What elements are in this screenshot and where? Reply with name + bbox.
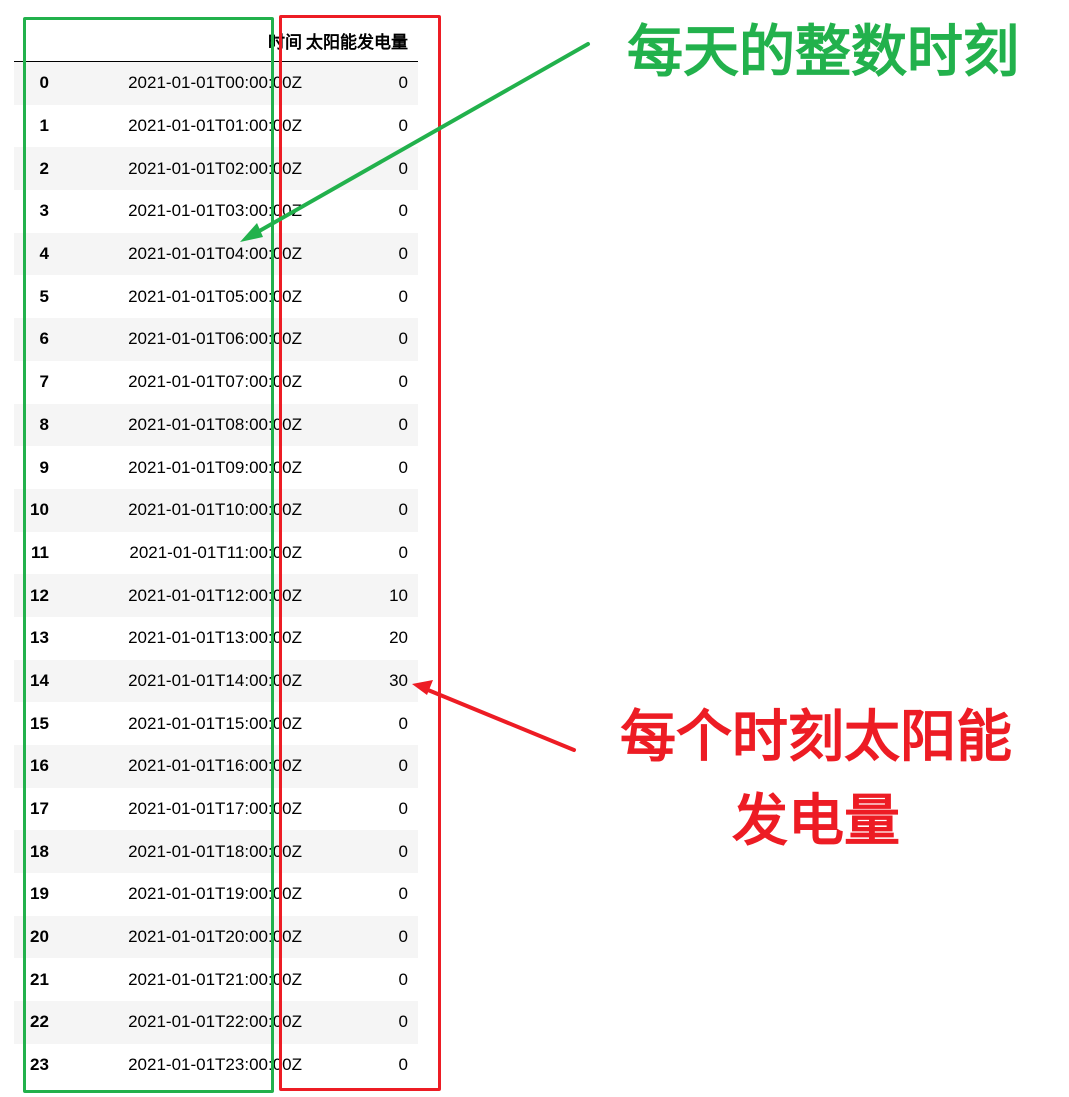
red-arrow [412,680,576,752]
time-annotation-label: 每天的整数时刻 [627,20,1019,85]
green-arrow [240,42,590,242]
annotation-arrows [240,42,590,752]
power-annotation-line1: 每个时刻太阳能 [620,705,1012,770]
power-annotation-line2: 发电量 [732,789,900,854]
power-annotation-label: 每个时刻太阳能 发电量 [586,696,1046,864]
